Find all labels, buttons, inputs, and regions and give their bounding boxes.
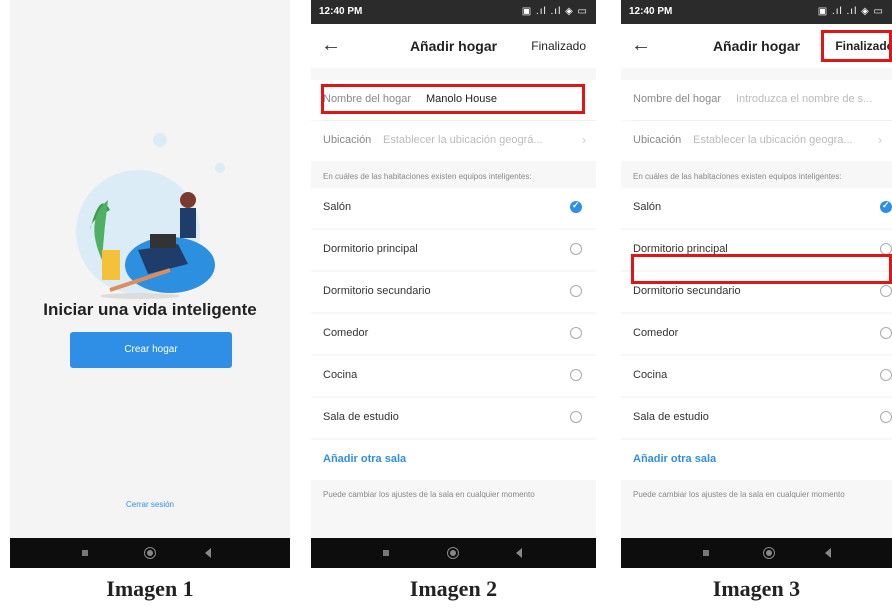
room-checkbox[interactable] (570, 200, 582, 213)
location-label: Ubicación (633, 134, 682, 146)
add-room-label: Añadir otra sala (323, 453, 407, 465)
room-checkbox[interactable] (880, 411, 892, 423)
highlight-living-room (631, 254, 892, 284)
back-icon[interactable] (205, 548, 211, 558)
room-checkbox[interactable] (570, 369, 582, 381)
done-button[interactable]: Finalizado (531, 39, 586, 53)
smart-life-illustration (76, 133, 225, 299)
caption-image-1: Imagen 1 (106, 576, 194, 601)
location-field[interactable]: Ubicación Establecer la ubicación geográ… (311, 121, 596, 161)
nav-bar: ← Añadir hogar Finalizado (311, 24, 596, 68)
caption-image-2: Imagen 2 (409, 576, 498, 601)
room-label: Comedor (323, 327, 369, 339)
rooms-note: En cuáles de las habitaciones existen eq… (633, 172, 842, 181)
add-room-button[interactable]: Añadir otra sala (311, 440, 596, 480)
room-checkbox[interactable] (570, 243, 582, 255)
status-time: 12:40 PM (319, 6, 363, 17)
android-nav-bar (10, 538, 290, 568)
room-checkbox[interactable] (880, 327, 892, 339)
android-nav-bar (621, 538, 892, 568)
screen-add-home-empty: 12:40 PM ▣ .ıl .ıl ◈ ▭ ← Añadir hogar Fi… (621, 0, 892, 568)
home-name-input[interactable]: Introduzca el nombre de s... (736, 93, 872, 105)
location-field[interactable]: Ubicación Establecer la ubicación geogra… (621, 121, 892, 161)
rooms-note: En cuáles de las habitaciones existen eq… (323, 172, 532, 181)
room-item[interactable]: Cocina (621, 356, 892, 396)
footer-note: Puede cambiar los ajustes de la sala en … (323, 490, 535, 499)
location-input[interactable]: Establecer la ubicación geográ... (383, 134, 543, 146)
location-input[interactable]: Establecer la ubicación geogra... (693, 134, 853, 146)
room-item[interactable]: Comedor (621, 314, 892, 354)
chevron-right-icon: › (582, 133, 586, 147)
room-item[interactable]: Cocina (311, 356, 596, 396)
recent-apps-icon[interactable] (703, 550, 709, 556)
home-name-field[interactable]: Nombre del hogar Introduzca el nombre de… (621, 80, 892, 120)
room-checkbox[interactable] (880, 369, 892, 381)
room-label: Cocina (633, 369, 668, 381)
create-home-button[interactable]: Crear hogar (70, 332, 232, 368)
highlight-home-name (321, 84, 585, 114)
status-bar: 12:40 PM ▣ .ıl .ıl ◈ ▭ (621, 0, 892, 24)
room-checkbox[interactable] (880, 285, 892, 297)
room-checkbox[interactable] (880, 200, 892, 213)
home-icon[interactable] (144, 547, 156, 559)
recent-apps-icon[interactable] (82, 550, 88, 556)
room-item[interactable]: Sala de estudio (621, 398, 892, 438)
room-item[interactable]: Salón (621, 188, 892, 228)
home-icon[interactable] (763, 547, 775, 559)
room-checkbox[interactable] (570, 411, 582, 423)
screen-add-home-filled: 12:40 PM ▣ .ıl .ıl ◈ ▭ ← Añadir hogar Fi… (311, 0, 596, 568)
start-headline: Iniciar una vida inteligente (43, 300, 257, 319)
room-label: Dormitorio secundario (633, 285, 741, 297)
home-name-label: Nombre del hogar (633, 93, 722, 105)
room-checkbox[interactable] (570, 327, 582, 339)
back-icon[interactable] (516, 548, 522, 558)
room-item[interactable]: Comedor (311, 314, 596, 354)
home-icon[interactable] (447, 547, 459, 559)
logout-link[interactable]: Cerrar sesión (10, 500, 290, 509)
recent-apps-icon[interactable] (383, 550, 389, 556)
location-label: Ubicación (323, 134, 372, 146)
room-item[interactable]: Dormitorio principal (311, 230, 596, 270)
room-item[interactable]: Sala de estudio (311, 398, 596, 438)
caption-image-3: Imagen 3 (712, 576, 801, 601)
chevron-right-icon: › (878, 133, 882, 147)
room-label: Salón (633, 201, 662, 213)
room-label: Cocina (323, 369, 358, 381)
android-nav-bar (311, 538, 596, 568)
status-icons: ▣ .ıl .ıl ◈ ▭ (817, 6, 884, 17)
room-label: Dormitorio principal (323, 243, 418, 255)
room-label: Dormitorio secundario (323, 285, 431, 297)
status-time: 12:40 PM (629, 6, 673, 17)
status-bar: 12:40 PM ▣ .ıl .ıl ◈ ▭ (311, 0, 596, 24)
footer-note: Puede cambiar los ajustes de la sala en … (633, 490, 845, 499)
room-label: Comedor (633, 327, 679, 339)
add-room-button[interactable]: Añadir otra sala (621, 440, 892, 480)
room-item[interactable]: Salón (311, 188, 596, 228)
screen-start: Iniciar una vida inteligente Crear hogar… (10, 0, 290, 568)
room-label: Sala de estudio (323, 411, 399, 423)
room-label: Sala de estudio (633, 411, 709, 423)
back-icon[interactable] (825, 548, 831, 558)
add-room-label: Añadir otra sala (633, 453, 717, 465)
room-label: Salón (323, 201, 352, 213)
room-item[interactable]: Dormitorio secundario (311, 272, 596, 312)
status-icons: ▣ .ıl .ıl ◈ ▭ (521, 6, 588, 17)
room-checkbox[interactable] (570, 285, 582, 297)
highlight-done-button (821, 30, 892, 62)
